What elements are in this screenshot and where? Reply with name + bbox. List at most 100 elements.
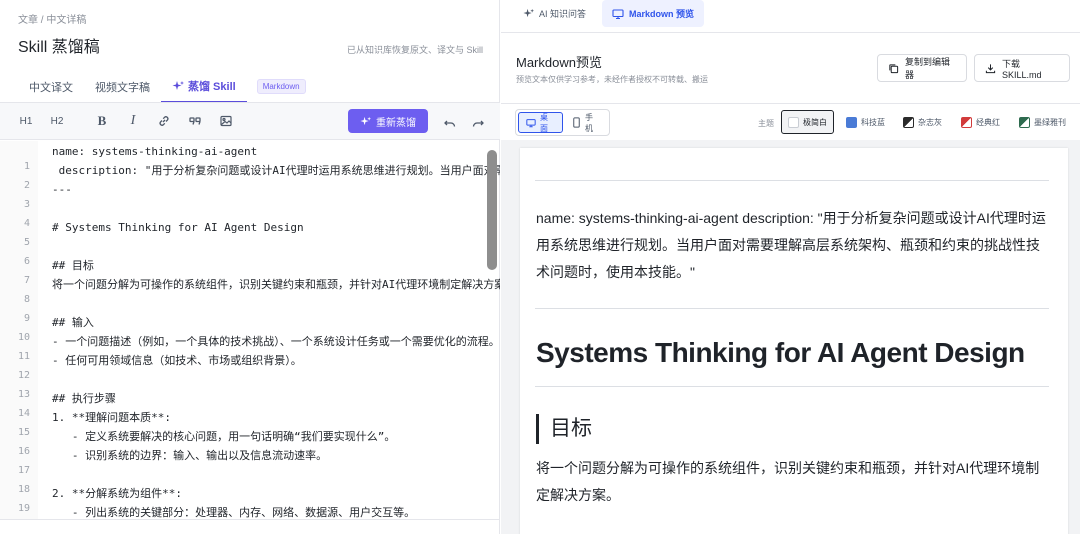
monitor-icon [526,118,536,128]
theme-swatch [903,116,914,128]
code-line: ## 目标 [52,259,94,272]
theme-minimal-white[interactable]: 极简白 [781,110,834,134]
theme-swatch [961,116,972,128]
device-desktop-option[interactable]: 桌面 [518,112,563,133]
code-line: - 列出系统的关键部分：处理器、内存、网络、数据源、用户交互等。 [52,506,416,519]
tab-label: 视频文字稿 [95,81,150,94]
page-title: Skill 蒸馏稿 [18,39,100,56]
theme-swatch [846,116,857,128]
undo-button[interactable] [436,111,464,135]
theme-name: 杂志灰 [918,117,942,127]
horizontal-rule [535,386,1049,387]
line-number: 10 [17,332,30,343]
tab-label: Markdown 预览 [629,9,695,19]
redo-button[interactable] [464,111,492,135]
tab-label: 蒸馏 Skill [188,80,236,93]
bold-button[interactable]: B [88,109,116,133]
tab-video-transcript[interactable]: 视频文字稿 [84,70,161,103]
theme-classic-red[interactable]: 经典红 [955,110,1006,134]
line-number: 3 [23,199,30,210]
undo-icon [443,116,457,130]
line-number: 9 [23,313,30,324]
line-number: 17 [17,465,30,476]
tab-label: AI 知识问答 [539,9,587,19]
code-line: - 定义系统要解决的核心问题，用一句话明确“我们要实现什么”。 [52,430,396,443]
device-mobile-option[interactable]: 手机 [565,112,607,133]
code-line: name: systems-thinking-ai-agent [52,145,258,158]
regenerate-label: 重新蒸馏 [376,117,416,129]
line-number: 6 [23,256,30,267]
quote-button[interactable] [181,109,209,133]
preview-pane: AI 知识问答 Markdown 预览 Markdown预览 预览文本仅供学习参… [501,0,1080,534]
line-number: 14 [17,408,30,419]
restore-status-text: 已从知识库恢复原文、译文与 Skill [346,45,483,55]
breadcrumb[interactable]: 文章 / 中文详稿 [18,11,86,26]
line-number: 15 [17,427,30,438]
code-line: - 任何可用领域信息（如技术、市场或组织背景）。 [52,354,302,367]
tab-chinese-translation[interactable]: 中文译文 [18,70,84,103]
heading2-button[interactable]: H2 [43,109,71,133]
preview-canvas: name: systems-thinking-ai-agent descript… [501,140,1080,534]
preview-title: Markdown预览 [516,55,602,70]
tab-markdown-preview[interactable]: Markdown 预览 [602,0,705,27]
bold-icon: B [97,113,107,128]
heading1-button[interactable]: H1 [12,109,40,133]
copy-label: 复制到编辑器 [905,57,951,80]
sparkle-icon [523,8,534,19]
regenerate-distill-button[interactable]: 重新蒸馏 [348,109,428,133]
sparkle-icon [360,116,371,127]
line-number: 16 [17,446,30,457]
line-number: 13 [17,389,30,400]
image-button[interactable] [212,109,240,133]
horizontal-rule [535,308,1049,309]
download-icon [985,63,996,74]
divider [501,32,1080,33]
code-line: --- [52,183,72,196]
download-skill-button[interactable]: 下载 SKILL.md [974,54,1070,82]
preview-page[interactable]: name: systems-thinking-ai-agent descript… [520,148,1068,534]
preview-paragraph: 将一个问题分解为可操作的系统组件，识别关键约束和瓶颈，并针对AI代理环境制定解决… [536,460,1040,503]
code-line: # Systems Thinking for AI Agent Design [52,221,304,234]
tab-distill-skill[interactable]: 蒸馏 Skill [161,70,247,103]
device-label: 桌面 [540,112,548,133]
line-number: 19 [17,503,30,514]
download-label: 下载 SKILL.md [1002,58,1042,80]
theme-name: 极简白 [803,117,827,127]
preview-heading-1: Systems Thinking for AI Agent Design [536,337,1025,368]
theme-tech-blue[interactable]: 科技蓝 [840,110,891,134]
line-number: 11 [17,351,30,362]
editor-scrollbar[interactable] [487,150,497,270]
line-number: 4 [23,218,30,229]
line-number: 1 [23,161,30,172]
tab-ai-qa[interactable]: AI 知识问答 [513,0,596,27]
line-number: 5 [23,237,30,248]
horizontal-rule [535,180,1049,181]
app-window: 文章 / 中文详稿 Skill 蒸馏稿 已从知识库恢复原文、译文与 Skill … [0,0,1080,534]
theme-name: 墨绿雅刊 [1034,117,1066,127]
italic-icon: I [130,113,136,128]
code-line: - 一个问题描述（例如，一个具体的技术挑战）、一个系统设计任务或一个需要优化的流… [52,335,500,348]
format-badge: Markdown [256,79,306,94]
code-area[interactable]: name: systems-thinking-ai-agent descript… [52,141,500,519]
italic-button[interactable]: I [119,109,147,133]
device-label: 手机 [584,112,593,133]
theme-ink-green[interactable]: 墨绿雅刊 [1013,110,1072,134]
line-number: 18 [17,484,30,495]
preview-subtitle: 预览文本仅供学习参考，未经作者授权不可转载、搬运 [516,75,708,84]
code-line: description: "用于分析复杂问题或设计AI代理时运用系统思维进行规划… [58,164,500,177]
link-icon [157,114,171,128]
code-line: ## 执行步骤 [52,392,116,405]
theme-name: 经典红 [976,117,1000,127]
tab-label: 中文译文 [29,81,73,94]
copy-to-editor-button[interactable]: 复制到编辑器 [877,54,967,82]
line-number: 2 [23,180,30,191]
theme-magazine-gray[interactable]: 杂志灰 [897,110,948,134]
markdown-editor[interactable]: 1 2 3 4 5 6 7 8 9 10 11 12 13 14 15 16 17 18 19 name: syst… [0,141,500,519]
monitor-icon [612,8,624,20]
redo-icon [471,116,485,130]
editor-toolbar: H1 H2 B I 重新蒸馏 [0,103,500,140]
line-number: 8 [23,294,30,305]
preview-heading-2: 目标 [536,414,592,444]
link-button[interactable] [150,109,178,133]
image-icon [219,114,233,128]
